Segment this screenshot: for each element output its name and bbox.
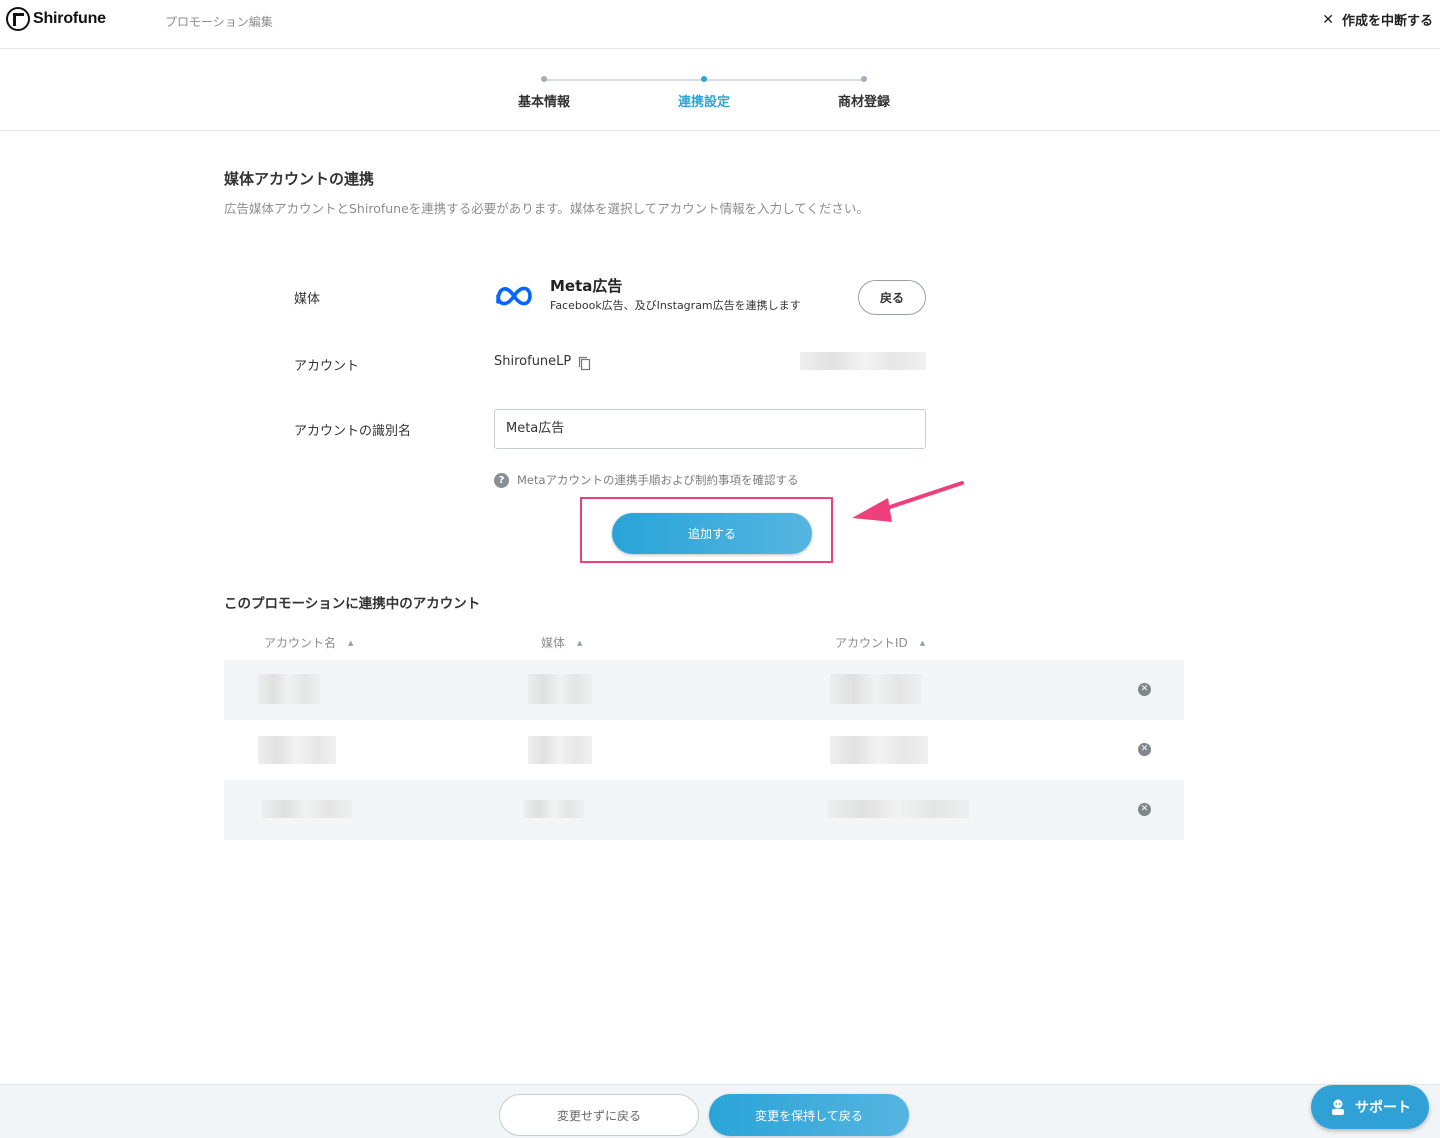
support-label: サポート	[1355, 1100, 1411, 1116]
column-label: 媒体	[541, 636, 566, 650]
table-row: ✕	[224, 780, 1184, 840]
remove-icon[interactable]: ✕	[1138, 803, 1151, 816]
step-dot-product	[861, 76, 867, 82]
sort-asc-icon: ▲	[348, 638, 354, 647]
add-button[interactable]: 追加する	[612, 513, 812, 554]
linked-accounts-title: このプロモーションに連携中のアカウント	[224, 596, 481, 612]
question-icon: ?	[494, 472, 509, 488]
abort-button[interactable]: ✕ 作成を中断する	[1322, 10, 1433, 30]
redacted-cell	[528, 674, 592, 704]
step-link-settings[interactable]: 連携設定	[644, 91, 764, 110]
step-basic-info[interactable]: 基本情報	[484, 91, 604, 110]
media-description: Facebook広告、及びInstagram広告を連携します	[550, 299, 801, 312]
redacted-cell	[528, 736, 592, 764]
close-icon: ✕	[1322, 11, 1334, 28]
alias-input[interactable]: Meta広告	[494, 409, 926, 449]
redacted-cell	[262, 800, 352, 818]
footer-bar: 変更せずに戻る 変更を保持して戻る	[0, 1084, 1440, 1138]
sort-asc-icon: ▲	[577, 638, 583, 647]
column-account-name[interactable]: アカウント名 ▲	[264, 634, 353, 651]
support-button[interactable]: サポート	[1311, 1085, 1429, 1129]
step-connector	[544, 79, 704, 81]
redacted-cell	[830, 736, 928, 764]
section-description: 広告媒体アカウントとShirofuneを連携する必要があります。媒体を選択してア…	[224, 201, 869, 216]
help-link[interactable]: ? Metaアカウントの連携手順および制約事項を確認する	[494, 472, 799, 488]
remove-icon[interactable]: ✕	[1138, 683, 1151, 696]
table-row: ✕	[224, 660, 1184, 720]
column-media[interactable]: 媒体 ▲	[541, 634, 582, 651]
column-label: アカウント名	[264, 636, 337, 650]
meta-logo-icon	[496, 286, 532, 306]
account-name: ShirofuneLP	[494, 354, 572, 369]
media-name: Meta広告	[550, 277, 623, 295]
redacted-cell	[830, 674, 922, 704]
progress-stepper: 基本情報 連携設定 商材登録	[0, 49, 1440, 131]
remove-icon[interactable]: ✕	[1138, 743, 1151, 756]
pointer-arrow-icon	[852, 481, 964, 522]
help-text: Metaアカウントの連携手順および制約事項を確認する	[517, 473, 799, 487]
account-id-redacted	[800, 352, 926, 370]
page-label: プロモーション編集	[165, 15, 273, 29]
shirofune-logo[interactable]: Shirofune	[6, 7, 106, 31]
account-label: アカウント	[294, 359, 360, 374]
top-header: Shirofune プロモーション編集 ✕ 作成を中断する	[0, 0, 1440, 49]
redacted-cell	[258, 736, 336, 764]
redacted-cell	[828, 800, 970, 818]
section-title: 媒体アカウントの連携	[224, 170, 375, 188]
step-product-registration[interactable]: 商材登録	[804, 91, 924, 110]
sort-asc-icon: ▲	[919, 638, 926, 647]
column-account-id[interactable]: アカウントID ▲	[835, 634, 925, 651]
support-icon	[1332, 1099, 1344, 1115]
column-label: アカウントID	[835, 636, 908, 650]
redacted-cell	[524, 800, 584, 818]
step-connector	[704, 79, 864, 81]
save-button[interactable]: 変更を保持して戻る	[709, 1094, 909, 1136]
media-label: 媒体	[294, 292, 321, 307]
abort-label: 作成を中断する	[1341, 14, 1433, 29]
back-button[interactable]: 戻る	[858, 280, 926, 315]
redacted-cell	[258, 674, 320, 704]
shirofune-logo-icon	[6, 7, 30, 31]
step-dot-basic	[541, 76, 547, 82]
cancel-button[interactable]: 変更せずに戻る	[499, 1094, 699, 1136]
alias-label: アカウントの識別名	[294, 424, 412, 439]
step-dot-link	[701, 76, 707, 82]
table-row: ✕	[224, 720, 1184, 780]
brand-name: Shirofune	[33, 10, 106, 27]
copy-icon[interactable]	[578, 356, 591, 371]
